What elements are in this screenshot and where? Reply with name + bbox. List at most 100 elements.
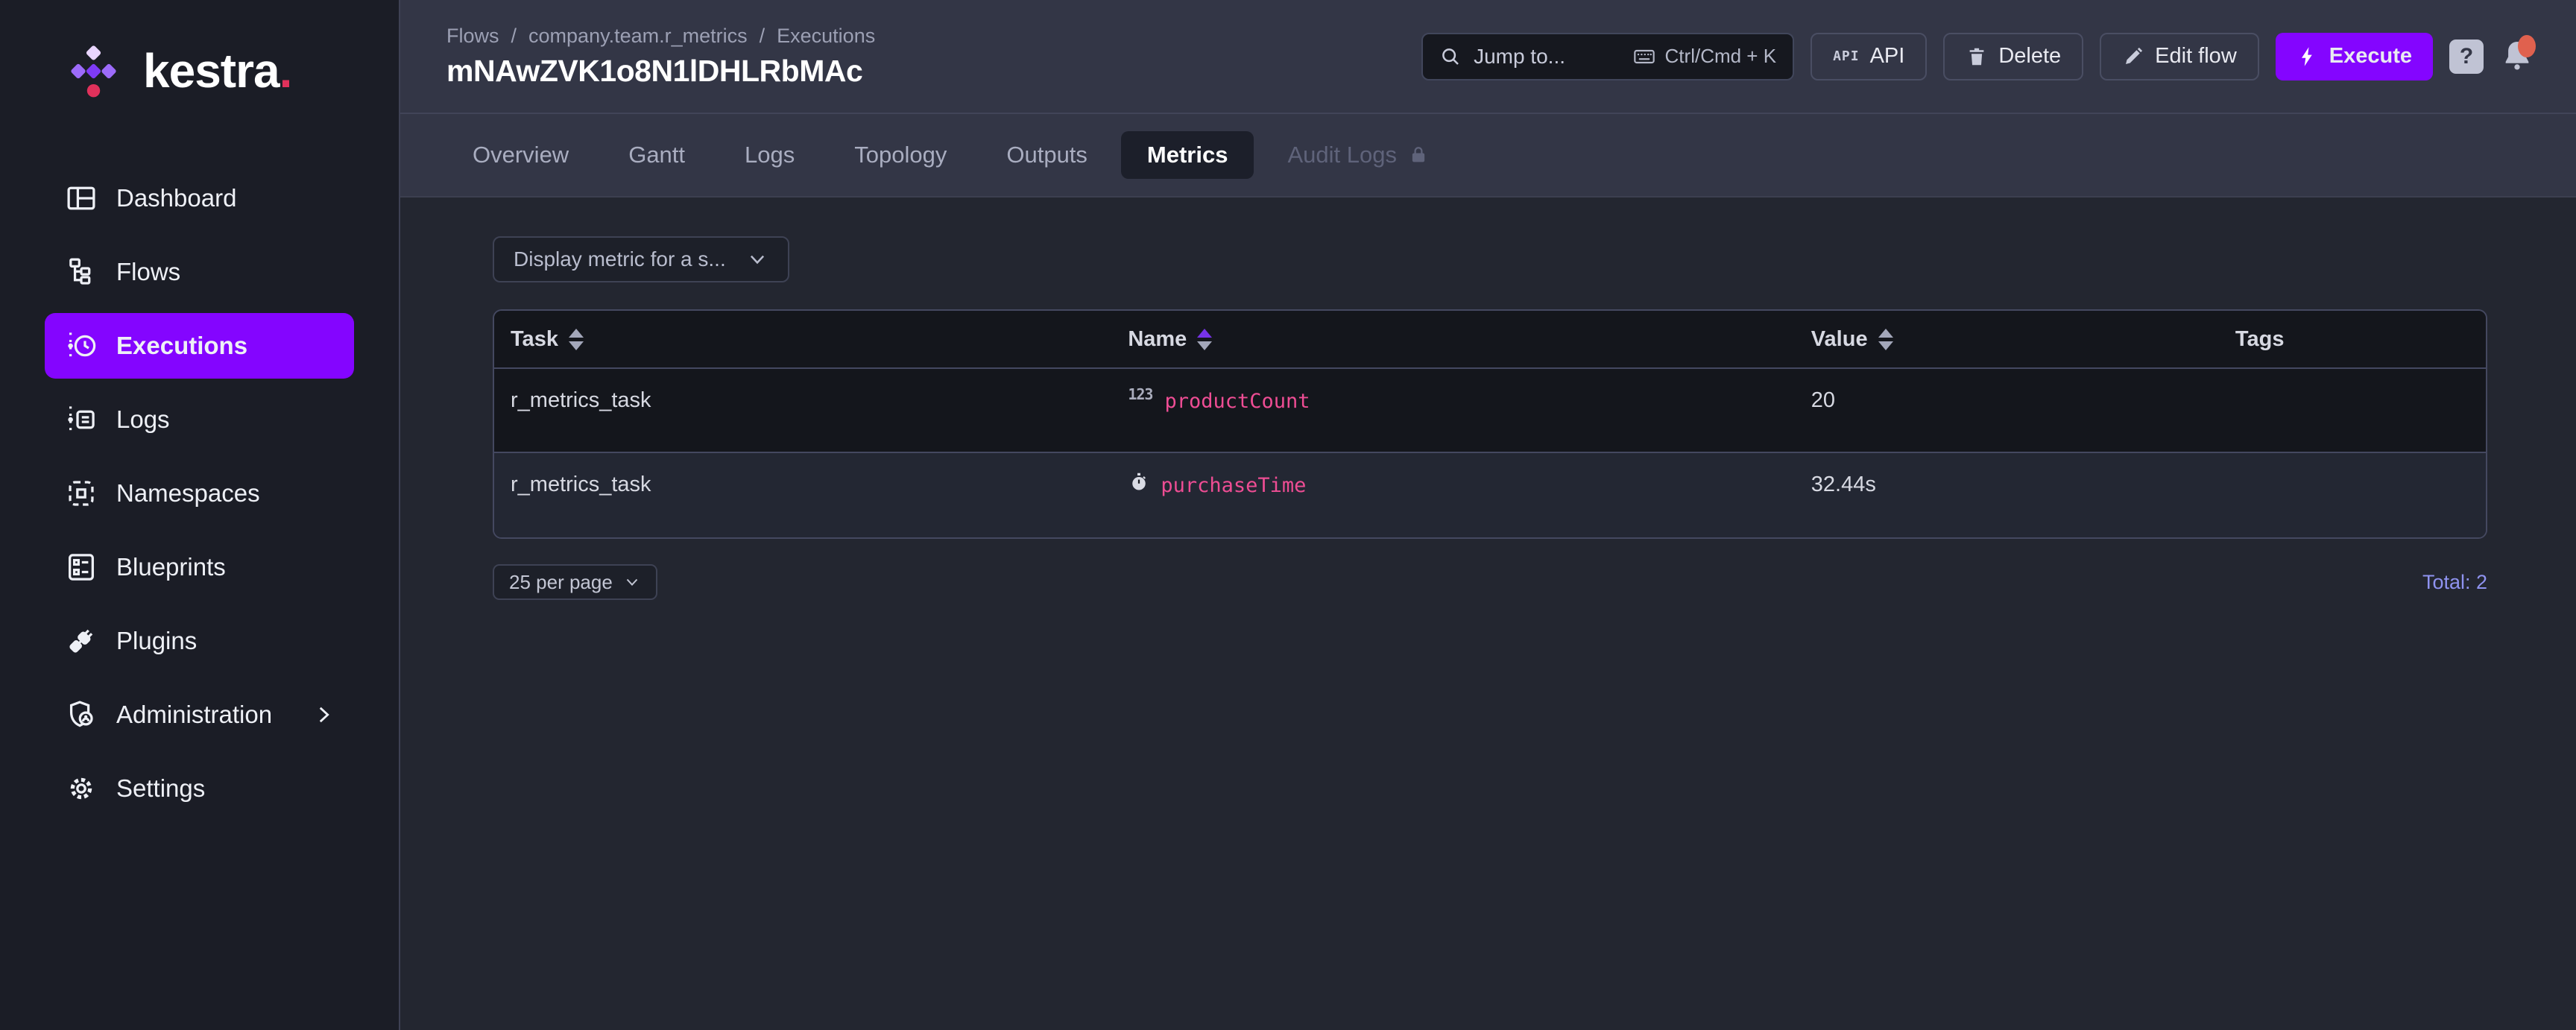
logs-icon	[64, 402, 98, 437]
metric-name: purchaseTime	[1161, 474, 1306, 497]
sort-toggle[interactable]	[1197, 329, 1212, 350]
breadcrumb: Flows / company.team.r_metrics / Executi…	[446, 25, 875, 48]
tab-overview[interactable]: Overview	[446, 131, 595, 179]
topbar: Flows / company.team.r_metrics / Executi…	[400, 0, 2576, 114]
sidebar-item-label: Plugins	[116, 627, 197, 655]
cell-task: r_metrics_task	[494, 453, 1111, 537]
tab-label: Audit Logs	[1287, 142, 1397, 168]
cell-value: 20	[1795, 369, 2219, 452]
metric-task-select[interactable]: Display metric for a s...	[493, 236, 789, 282]
breadcrumb-executions[interactable]: Executions	[777, 25, 875, 48]
tab-topology[interactable]: Topology	[828, 131, 973, 179]
sidebar-item-label: Settings	[116, 774, 205, 803]
breadcrumb-separator: /	[511, 25, 517, 48]
tab-outputs[interactable]: Outputs	[980, 131, 1114, 179]
tab-label: Logs	[745, 142, 795, 168]
tab-logs[interactable]: Logs	[719, 131, 821, 179]
column-header-name: Name	[1111, 327, 1794, 352]
sidebar-item-label: Flows	[116, 258, 180, 286]
page-heading: Flows / company.team.r_metrics / Executi…	[446, 25, 875, 89]
sidebar-item-dashboard[interactable]: Dashboard	[45, 165, 354, 231]
sort-toggle[interactable]	[569, 329, 584, 350]
kestra-logo-icon	[63, 40, 124, 101]
keyboard-icon	[1632, 45, 1656, 69]
search-icon	[1439, 45, 1462, 68]
column-header-task: Task	[494, 327, 1111, 352]
api-icon: API	[1833, 48, 1860, 64]
namespaces-icon	[64, 476, 98, 511]
table-body: r_metrics_task 123 productCount 20 r_met…	[494, 369, 2486, 537]
tab-label: Topology	[854, 142, 947, 168]
chevron-right-icon	[311, 702, 336, 727]
flows-icon	[64, 255, 98, 289]
table-row: r_metrics_task purchaseTime 32.44s	[494, 453, 2486, 537]
timer-type-icon	[1128, 470, 1150, 495]
lock-icon	[1407, 144, 1430, 166]
page-title: mNAwZVK1o8N1lDHLRbMAc	[446, 54, 875, 89]
settings-icon	[64, 771, 98, 806]
sidebar-item-label: Logs	[116, 405, 170, 434]
edit-flow-button[interactable]: Edit flow	[2100, 33, 2259, 80]
cell-tags	[2219, 369, 2486, 452]
cell-tags	[2219, 453, 2486, 537]
sidebar-item-blueprints[interactable]: Blueprints	[45, 534, 354, 600]
sidebar-item-settings[interactable]: Settings	[45, 756, 354, 821]
column-label: Value	[1811, 327, 1868, 352]
pagination-bar: 25 per page Total: 2	[493, 564, 2487, 600]
notification-dot	[2518, 35, 2536, 57]
sidebar: kestra. Dashboard Flows Executions Logs …	[0, 0, 400, 1030]
plugins-icon	[64, 624, 98, 658]
tab-bar: Overview Gantt Logs Topology Outputs Metrics A…	[400, 114, 2576, 198]
breadcrumb-separator: /	[760, 25, 765, 48]
metric-name: productCount	[1164, 390, 1310, 413]
sidebar-item-plugins[interactable]: Plugins	[45, 608, 354, 674]
lightning-bolt-icon	[2296, 45, 2319, 68]
chevron-down-icon	[746, 248, 768, 271]
sidebar-item-label: Namespaces	[116, 479, 260, 508]
sidebar-item-namespaces[interactable]: Namespaces	[45, 461, 354, 526]
cell-value: 32.44s	[1795, 453, 2219, 537]
topbar-actions: Jump to... Ctrl/Cmd + K API API Delete E…	[1421, 33, 2534, 80]
sidebar-item-administration[interactable]: Administration	[45, 682, 354, 748]
tab-label: Gantt	[628, 142, 685, 168]
sidebar-item-label: Blueprints	[116, 553, 226, 581]
tab-metrics[interactable]: Metrics	[1121, 131, 1254, 179]
sidebar-item-label: Administration	[116, 701, 272, 729]
executions-icon	[64, 329, 98, 363]
tab-label: Overview	[473, 142, 569, 168]
cell-name: 123 productCount	[1111, 369, 1794, 452]
blueprints-icon	[64, 550, 98, 584]
cell-task: r_metrics_task	[494, 369, 1111, 452]
column-header-value: Value	[1795, 327, 2219, 352]
execute-button[interactable]: Execute	[2276, 33, 2433, 80]
number-type-icon: 123	[1128, 385, 1152, 403]
delete-button[interactable]: Delete	[1943, 33, 2083, 80]
kestra-logo[interactable]: kestra.	[0, 39, 399, 103]
pencil-icon	[2122, 45, 2144, 68]
breadcrumb-flows[interactable]: Flows	[446, 25, 499, 48]
tab-gantt[interactable]: Gantt	[602, 131, 711, 179]
tab-label: Outputs	[1006, 142, 1087, 168]
column-header-tags: Tags	[2219, 327, 2486, 352]
help-button[interactable]: ?	[2449, 40, 2484, 74]
dashboard-icon	[64, 181, 98, 215]
column-label: Task	[511, 327, 558, 352]
tab-label: Metrics	[1147, 142, 1228, 168]
api-button[interactable]: API API	[1811, 33, 1927, 80]
table-row: r_metrics_task 123 productCount 20	[494, 369, 2486, 453]
metrics-table: Task Name Value Tags r_metrics_task 123 …	[493, 309, 2487, 539]
keyboard-shortcut: Ctrl/Cmd + K	[1632, 45, 1777, 69]
sidebar-item-logs[interactable]: Logs	[45, 387, 354, 452]
search-placeholder: Jump to...	[1474, 45, 1620, 69]
sidebar-item-flows[interactable]: Flows	[45, 239, 354, 305]
sort-toggle[interactable]	[1878, 329, 1893, 350]
per-page-select[interactable]: 25 per page	[493, 564, 657, 600]
sidebar-item-executions[interactable]: Executions	[45, 313, 354, 379]
jump-to-search-input[interactable]: Jump to... Ctrl/Cmd + K	[1421, 33, 1794, 80]
notifications-button[interactable]	[2500, 38, 2534, 75]
breadcrumb-namespace-flow[interactable]: company.team.r_metrics	[528, 25, 748, 48]
column-label: Name	[1128, 327, 1187, 352]
total-count: Total: 2	[2422, 571, 2487, 594]
tab-audit-logs: Audit Logs	[1261, 131, 1456, 179]
sidebar-nav: Dashboard Flows Executions Logs Namespac…	[0, 165, 399, 821]
